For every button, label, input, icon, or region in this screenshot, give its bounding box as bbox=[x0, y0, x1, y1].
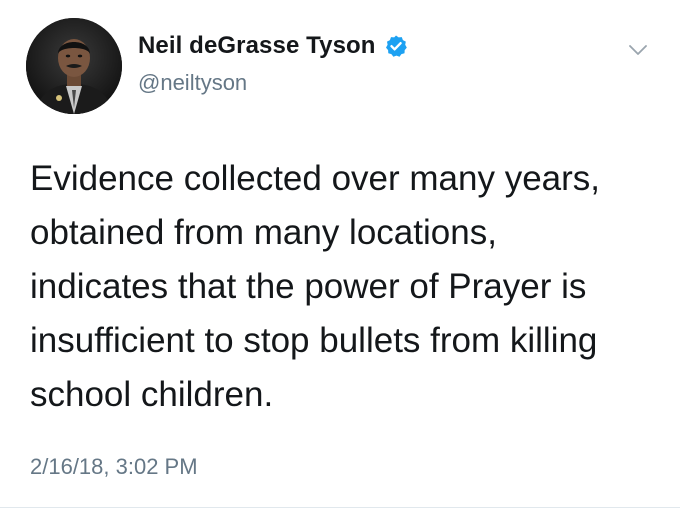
tweet-text-line: indicates that the power of Prayer is bbox=[30, 267, 587, 306]
tweet-text-line: school children. bbox=[30, 375, 274, 414]
profile-photo-icon bbox=[26, 18, 122, 114]
tweet-text-line: insufficient to stop bullets from killin… bbox=[30, 321, 598, 360]
tweet-text-line: Evidence collected over many years, bbox=[30, 159, 600, 198]
avatar[interactable] bbox=[26, 18, 122, 114]
display-name[interactable]: Neil deGrasse Tyson bbox=[138, 32, 376, 60]
tweet-card: Neil deGrasse Tyson @neiltyson Evidence … bbox=[0, 0, 680, 510]
timestamp[interactable]: 2/16/18, 3:02 PM bbox=[30, 454, 198, 480]
divider bbox=[0, 507, 680, 508]
verified-badge-icon bbox=[384, 34, 408, 58]
chevron-down-icon[interactable] bbox=[626, 38, 650, 62]
author-row: Neil deGrasse Tyson bbox=[138, 32, 408, 60]
tweet-text: Evidence collected over many years, obta… bbox=[30, 152, 660, 422]
tweet-text-line: obtained from many locations, bbox=[30, 213, 497, 252]
user-handle[interactable]: @neiltyson bbox=[138, 70, 247, 96]
